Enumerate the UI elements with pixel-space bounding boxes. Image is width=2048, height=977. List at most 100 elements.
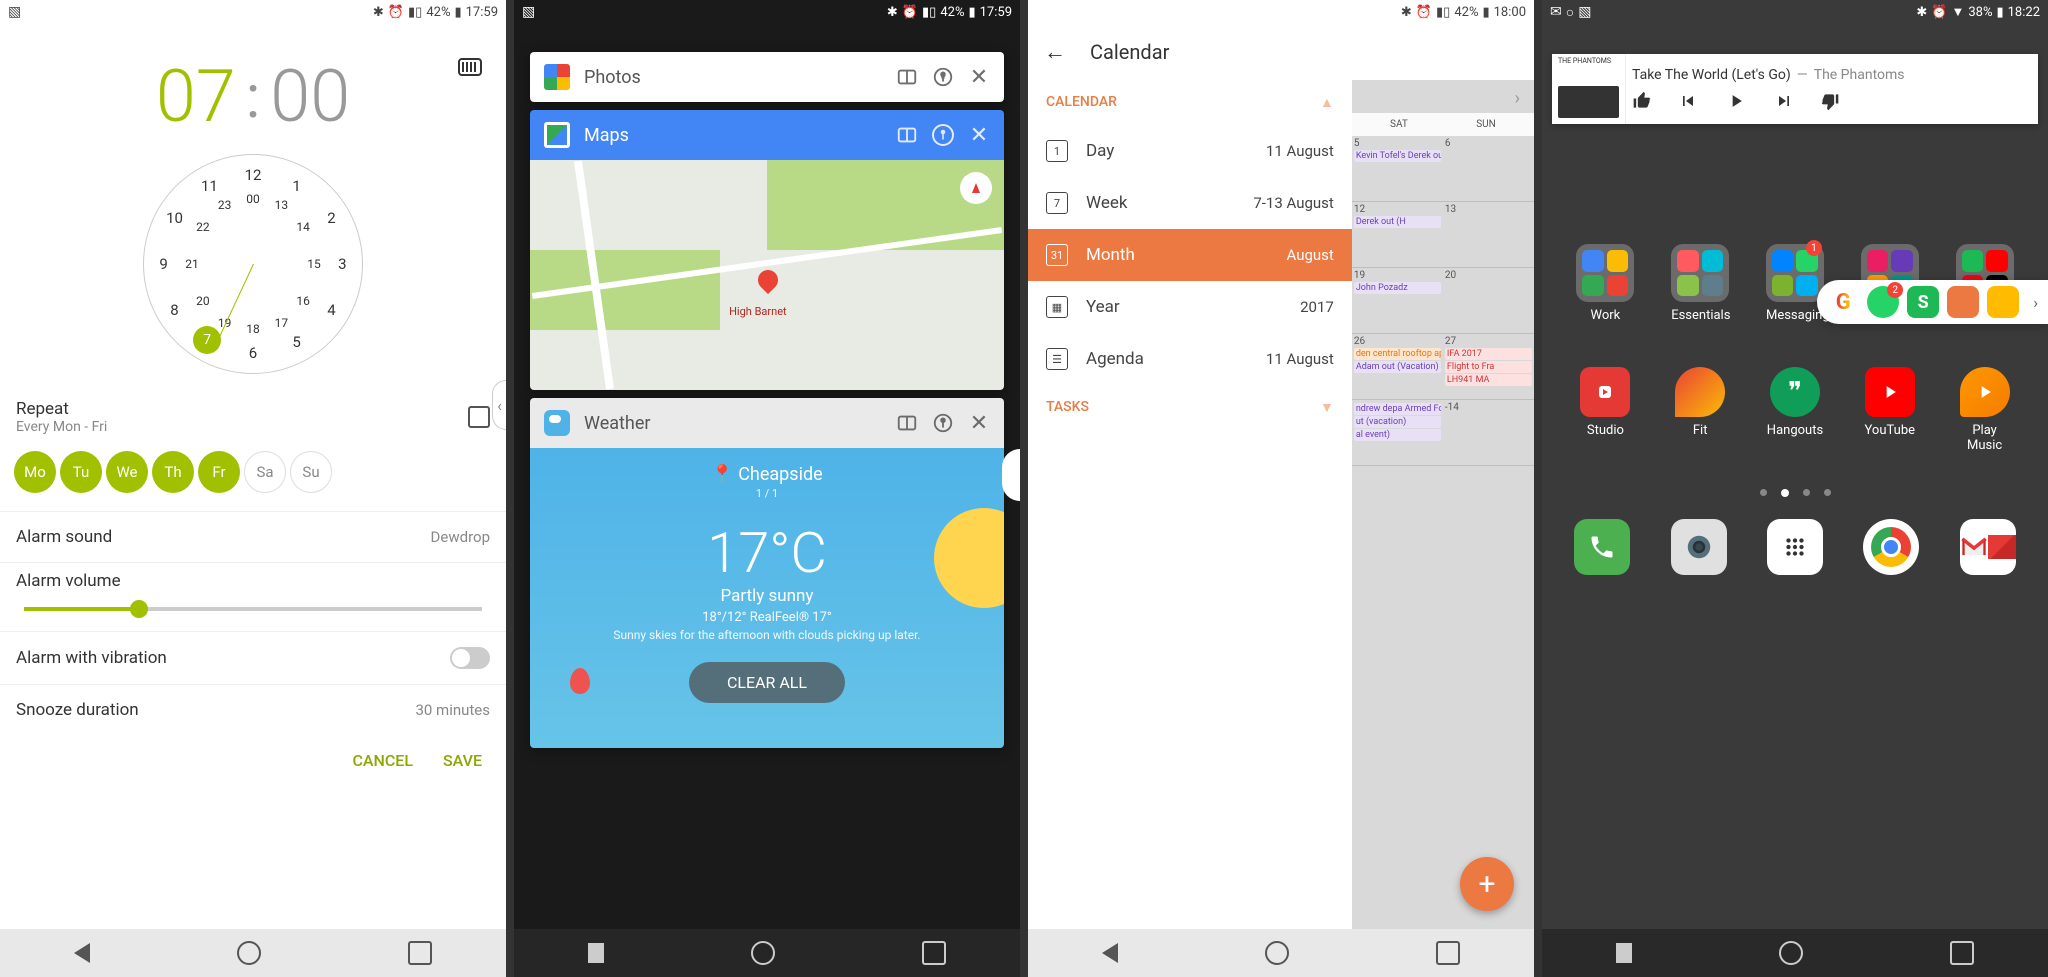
nav-back[interactable]	[1102, 943, 1118, 963]
day-fr[interactable]: Fr	[198, 451, 240, 493]
day-we[interactable]: We	[106, 451, 148, 493]
chevron-right-icon[interactable]: ›	[2027, 293, 2044, 312]
cancel-button[interactable]: CANCEL	[352, 751, 413, 770]
view-year[interactable]: ▦ Year 2017	[1028, 281, 1352, 333]
prev-icon[interactable]	[1678, 91, 1698, 111]
calendar-app-icon[interactable]	[1947, 286, 1979, 318]
chrome-app-icon[interactable]	[1863, 519, 1919, 575]
nav-back[interactable]	[74, 943, 90, 963]
pin-icon[interactable]	[932, 66, 954, 88]
notification-badge: 1	[1806, 240, 1822, 256]
nav-back[interactable]	[1616, 943, 1632, 963]
recent-card-photos[interactable]: Photos ✕	[530, 52, 1004, 102]
hour-selected[interactable]: 7	[193, 326, 221, 354]
gmail-app-icon[interactable]	[1960, 519, 2016, 575]
app-hangouts[interactable]: ❞Hangouts	[1766, 367, 1824, 453]
alarm-icon: ⏰	[1416, 5, 1432, 20]
phone-app-icon[interactable]	[1574, 519, 1630, 575]
keyboard-icon[interactable]	[458, 58, 482, 76]
nav-recent[interactable]	[408, 941, 432, 965]
picture-icon: ▧	[8, 4, 21, 20]
close-icon[interactable]: ✕	[968, 66, 990, 88]
whatsapp-icon[interactable]: 2	[1867, 286, 1899, 318]
location-pin-icon: 📍	[711, 464, 733, 485]
day-sa[interactable]: Sa	[244, 451, 286, 493]
nav-recent[interactable]	[1950, 941, 1974, 965]
app-youtube[interactable]: YouTube	[1861, 367, 1919, 453]
notification-badge: 2	[1887, 282, 1903, 298]
clock: 17:59	[980, 5, 1012, 20]
card-title: Weather	[584, 413, 882, 434]
day-icon: 1	[1046, 140, 1068, 162]
alarm-minute[interactable]: 00	[270, 54, 350, 139]
nav-recent[interactable]	[1436, 941, 1460, 965]
folder-work[interactable]: Work	[1576, 244, 1634, 323]
thumbs-down-icon[interactable]	[1820, 91, 1840, 111]
nav-home[interactable]	[1779, 941, 1803, 965]
nav-home[interactable]	[751, 941, 775, 965]
view-week[interactable]: 7 Week 7-13 August	[1028, 177, 1352, 229]
split-icon[interactable]	[896, 124, 918, 146]
clock-face[interactable]: 1200 113 214 315 416 517 618 719 820 921…	[143, 154, 363, 374]
back-arrow-icon[interactable]: ←	[1044, 39, 1066, 65]
close-icon[interactable]: ✕	[968, 124, 990, 146]
snooze-label[interactable]: Snooze duration	[16, 700, 139, 720]
save-button[interactable]: SAVE	[443, 751, 482, 770]
alarm-hour[interactable]: 07	[156, 54, 236, 139]
day-su[interactable]: Su	[290, 451, 332, 493]
view-agenda[interactable]: ☰ Agenda 11 August	[1028, 333, 1352, 385]
card-title: Photos	[584, 67, 882, 88]
alarm-sound-label[interactable]: Alarm sound	[16, 527, 112, 547]
repeat-summary: Every Mon - Fri	[16, 419, 107, 435]
edge-handle[interactable]	[1002, 449, 1020, 501]
calendar-icon[interactable]	[468, 406, 490, 428]
view-month[interactable]: 31 Month August	[1028, 229, 1352, 281]
map-pin-icon	[758, 270, 778, 298]
smart-bar[interactable]: 2 S ›	[1817, 280, 2048, 324]
camera-app-icon[interactable]	[1671, 519, 1727, 575]
close-icon[interactable]: ✕	[968, 412, 990, 434]
day-selector: Mo Tu We Th Fr Sa Su	[0, 445, 506, 512]
play-icon[interactable]	[1724, 91, 1748, 111]
slack-icon[interactable]: S	[1907, 286, 1939, 318]
music-widget[interactable]: THE PHANTOMS Take The World (Let's Go) —…	[1552, 54, 2038, 124]
split-icon[interactable]	[896, 66, 918, 88]
recent-card-weather[interactable]: Weather ✕ 📍 Cheapside 1 / 1 17°C Partly …	[530, 398, 1004, 748]
clear-all-button[interactable]: CLEAR ALL	[689, 662, 845, 703]
pin-icon[interactable]	[932, 412, 954, 434]
battery-pct: 42%	[1454, 5, 1478, 20]
compass-icon[interactable]	[960, 172, 992, 204]
nav-bar	[1028, 929, 1534, 977]
pin-icon[interactable]	[932, 124, 954, 146]
google-icon[interactable]	[1827, 286, 1859, 318]
volume-slider[interactable]	[24, 607, 482, 611]
app-fit[interactable]: Fit	[1671, 367, 1729, 453]
app-play-music[interactable]: Play Music	[1956, 367, 2014, 453]
page-indicator[interactable]	[1542, 489, 2048, 497]
bluetooth-icon: ✱	[887, 5, 898, 20]
keep-icon[interactable]	[1987, 286, 2019, 318]
thumbs-up-icon[interactable]	[1632, 91, 1652, 111]
vibration-toggle[interactable]	[450, 647, 490, 669]
tasks-section-header[interactable]: TASKS▼	[1028, 385, 1352, 430]
folder-messaging[interactable]: 1Messaging	[1766, 244, 1824, 323]
edge-handle[interactable]: ‹	[492, 380, 506, 430]
next-icon[interactable]	[1774, 91, 1794, 111]
apps-drawer-icon[interactable]	[1767, 519, 1823, 575]
photos-icon	[544, 64, 570, 90]
day-tu[interactable]: Tu	[60, 451, 102, 493]
split-icon[interactable]	[896, 412, 918, 434]
calendar-section-header[interactable]: CALENDAR▲	[1028, 80, 1352, 125]
nav-recent[interactable]	[922, 941, 946, 965]
add-event-fab[interactable]: +	[1460, 857, 1514, 911]
day-th[interactable]: Th	[152, 451, 194, 493]
nav-back[interactable]	[588, 943, 604, 963]
nav-home[interactable]	[1265, 941, 1289, 965]
app-studio[interactable]: Studio	[1576, 367, 1634, 453]
nav-home[interactable]	[237, 941, 261, 965]
day-mo[interactable]: Mo	[14, 451, 56, 493]
folder-essentials[interactable]: Essentials	[1671, 244, 1729, 323]
view-day[interactable]: 1 Day 11 August	[1028, 125, 1352, 177]
agenda-icon: ☰	[1046, 348, 1068, 370]
recent-card-maps[interactable]: Maps ✕ High Barnet	[530, 110, 1004, 390]
